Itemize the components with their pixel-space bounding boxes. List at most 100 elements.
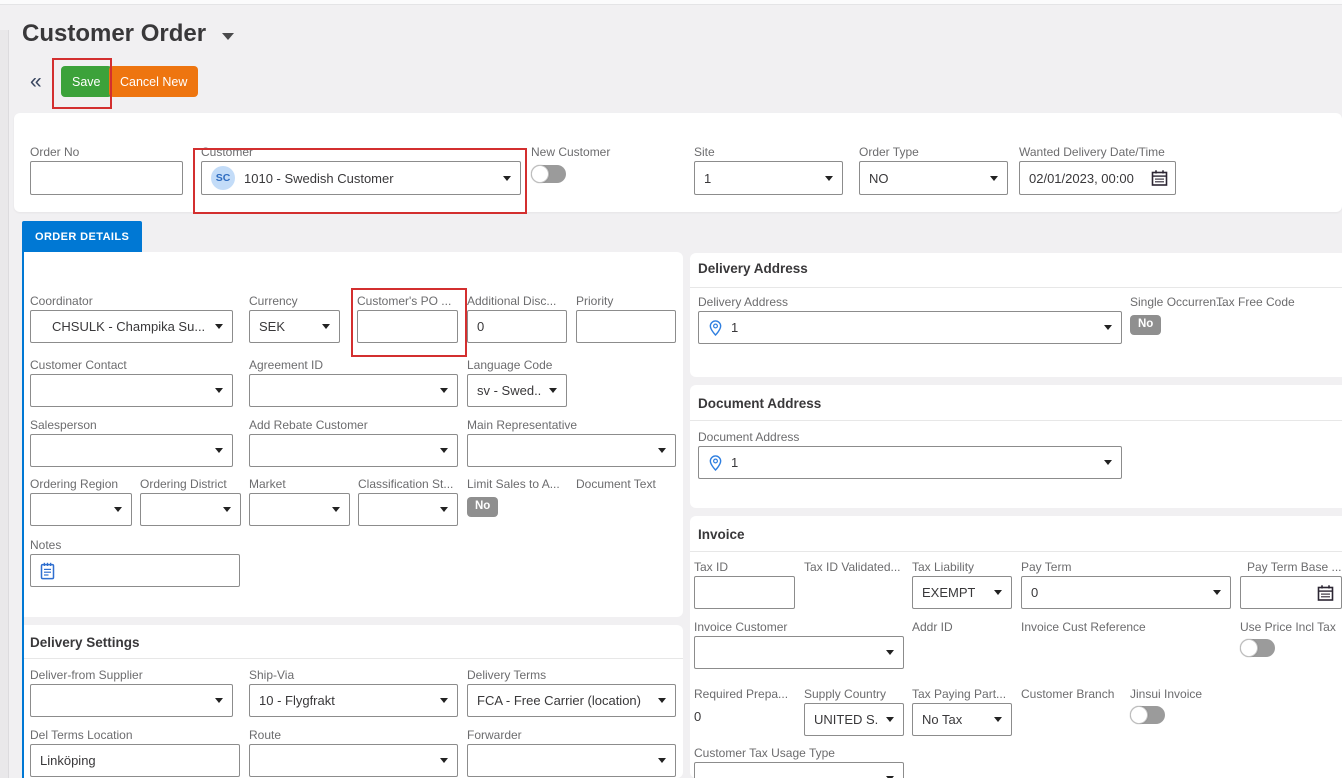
pay-term-base-field: Pay Term Base ... (1240, 560, 1342, 609)
order-details-panel: Coordinator CHSULK - Champika Su... Curr… (22, 252, 1342, 778)
cancel-new-button[interactable]: Cancel New (109, 66, 198, 97)
supply-country-select[interactable]: UNITED S... (804, 703, 904, 736)
market-select[interactable] (249, 493, 350, 526)
customer-tax-usage-type-field: Customer Tax Usage Type (694, 746, 904, 778)
page-title: Customer Order (22, 20, 234, 48)
delivery-settings-title: Delivery Settings (30, 635, 140, 650)
delivery-terms-select[interactable]: FCA - Free Carrier (location) (467, 684, 676, 717)
invoice-customer-select[interactable] (694, 636, 904, 669)
customers-po-input[interactable] (357, 310, 458, 343)
save-button[interactable]: Save (61, 66, 112, 97)
forwarder-select[interactable] (467, 744, 676, 777)
use-price-incl-tax-label: Use Price Incl Tax (1240, 620, 1336, 634)
site-field: Site 1 (694, 145, 843, 195)
currency-field: Currency SEK (249, 294, 340, 343)
route-select[interactable] (249, 744, 458, 777)
delivery-address-field: Delivery Address 1 (698, 295, 1122, 344)
coordinator-select[interactable]: CHSULK - Champika Su... (30, 310, 233, 343)
customers-po-field: Customer's PO ... (357, 294, 458, 343)
coordinator-label: Coordinator (30, 294, 233, 308)
main-representative-label: Main Representative (467, 418, 676, 432)
pay-term-base-input[interactable] (1240, 576, 1342, 609)
classification-standard-select[interactable] (358, 493, 458, 526)
agreement-id-select[interactable] (249, 374, 458, 407)
language-code-select[interactable]: sv - Swed... (467, 374, 567, 407)
ordering-district-select[interactable] (140, 493, 241, 526)
use-price-incl-tax-toggle[interactable] (1240, 639, 1275, 657)
collapsed-sidebar[interactable] (0, 30, 9, 778)
customer-select[interactable]: SC 1010 - Swedish Customer (201, 161, 521, 195)
agreement-id-label: Agreement ID (249, 358, 458, 372)
order-no-field: Order No (30, 145, 183, 195)
classification-standard-field: Classification St... (358, 477, 458, 526)
order-header-card: Order No Customer SC 1010 - Swedish Cust… (14, 113, 1342, 212)
customer-contact-field: Customer Contact (30, 358, 233, 407)
tax-liability-field: Tax Liability EXEMPT (912, 560, 1012, 609)
document-address-select[interactable]: 1 (698, 446, 1122, 479)
notes-icon[interactable] (40, 562, 55, 580)
customer-tax-usage-type-label: Customer Tax Usage Type (694, 746, 904, 760)
priority-field: Priority (576, 294, 676, 343)
additional-discount-field: Additional Disc... 0 (467, 294, 567, 343)
tax-paying-party-select[interactable]: No Tax (912, 703, 1012, 736)
ordering-region-select[interactable] (30, 493, 132, 526)
tax-liability-select[interactable]: EXEMPT (912, 576, 1012, 609)
required-prepayment-label: Required Prepa... (694, 687, 788, 701)
priority-input[interactable] (576, 310, 676, 343)
language-code-field: Language Code sv - Swed... (467, 358, 567, 407)
customer-order-page: Customer Order « Save Cancel New Order N… (0, 0, 1342, 778)
location-pin-icon (708, 454, 723, 472)
customer-tax-usage-type-select[interactable] (694, 762, 904, 778)
required-prepayment-field: Required Prepa... 0 (694, 687, 788, 724)
notes-input[interactable] (30, 554, 240, 587)
forwarder-label: Forwarder (467, 728, 676, 742)
customer-contact-select[interactable] (30, 374, 233, 407)
chevron-down-icon (1104, 325, 1112, 330)
required-prepayment-value: 0 (694, 709, 788, 724)
order-type-select[interactable]: NO (859, 161, 1008, 195)
pay-term-select[interactable]: 0 (1021, 576, 1231, 609)
additional-discount-input[interactable]: 0 (467, 310, 567, 343)
notes-field: Notes (30, 538, 240, 587)
ship-via-select[interactable]: 10 - Flygfrakt (249, 684, 458, 717)
currency-label: Currency (249, 294, 340, 308)
main-representative-select[interactable] (467, 434, 676, 467)
add-rebate-customer-field: Add Rebate Customer (249, 418, 458, 467)
invoice-customer-field: Invoice Customer (694, 620, 904, 669)
tax-paying-party-field: Tax Paying Part... No Tax (912, 687, 1012, 736)
calendar-icon[interactable] (1317, 584, 1334, 601)
deliver-from-supplier-select[interactable] (30, 684, 233, 717)
del-terms-location-field: Del Terms Location Linköping (30, 728, 240, 777)
delivery-address-title: Delivery Address (698, 261, 808, 276)
new-customer-toggle[interactable] (531, 165, 566, 183)
site-select[interactable]: 1 (694, 161, 843, 195)
chevron-down-icon (886, 650, 894, 655)
forwarder-field: Forwarder (467, 728, 676, 777)
limit-sales-badge[interactable]: No (467, 497, 498, 517)
chevron-down-icon (886, 717, 894, 722)
delivery-address-select[interactable]: 1 (698, 311, 1122, 344)
order-no-input[interactable] (30, 161, 183, 195)
tab-order-details[interactable]: ORDER DETAILS (22, 221, 142, 252)
del-terms-location-input[interactable]: Linköping (30, 744, 240, 777)
tax-id-validated-field: Tax ID Validated... (804, 560, 901, 576)
document-address-title: Document Address (698, 396, 821, 411)
title-caret-icon[interactable] (222, 33, 234, 40)
additional-discount-label: Additional Disc... (467, 294, 567, 308)
addr-id-label: Addr ID (912, 620, 953, 634)
add-rebate-customer-select[interactable] (249, 434, 458, 467)
deliver-from-supplier-field: Deliver-from Supplier (30, 668, 233, 717)
wanted-delivery-input[interactable]: 02/01/2023, 00:00 (1019, 161, 1176, 195)
add-rebate-customer-label: Add Rebate Customer (249, 418, 458, 432)
jinsui-invoice-toggle[interactable] (1130, 706, 1165, 724)
order-type-label: Order Type (859, 145, 1008, 159)
currency-select[interactable]: SEK (249, 310, 340, 343)
single-occurrence-badge[interactable]: No (1130, 315, 1161, 335)
tax-id-input[interactable] (694, 576, 795, 609)
salesperson-select[interactable] (30, 434, 233, 467)
route-label: Route (249, 728, 458, 742)
collapse-icon[interactable]: « (30, 66, 42, 97)
calendar-icon[interactable] (1151, 170, 1168, 187)
single-occurrence-field: Single Occurren... No (1130, 295, 1226, 335)
chevron-down-icon (825, 176, 833, 181)
